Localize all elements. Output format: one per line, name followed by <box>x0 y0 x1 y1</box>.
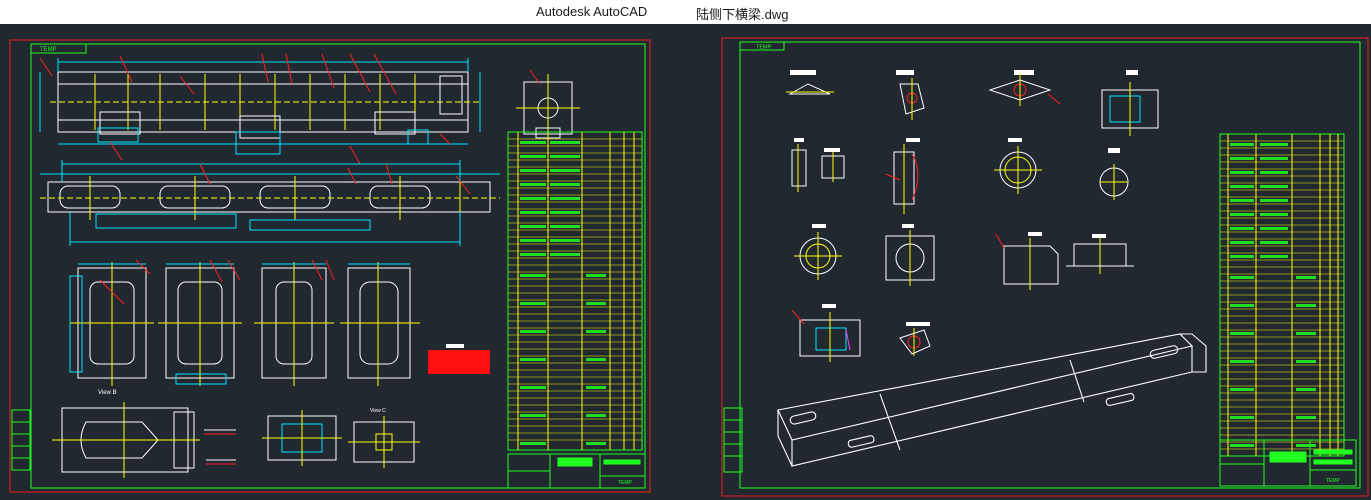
detail-5 <box>791 138 845 192</box>
beam-plan-middle <box>40 160 500 246</box>
title-block-1-tag: TEMP <box>618 480 633 486</box>
section-view-4 <box>340 262 420 386</box>
view-b-label: View B <box>98 390 117 396</box>
sheet-2-side-strip <box>723 407 743 473</box>
beam-elevation-top <box>39 53 481 165</box>
bill-of-materials-table-1 <box>507 131 643 451</box>
view-c-label: View C <box>370 408 386 414</box>
sheet-1-inner-frame <box>30 43 646 489</box>
isometric-beam <box>777 333 1207 467</box>
sheet-2: TEMP TEMP <box>721 37 1369 497</box>
section-view-1 <box>69 259 154 386</box>
drawing-canvas[interactable]: TEMP View B View C TEMP TEMP TEMP <box>0 24 1371 500</box>
sheet-1: TEMP View B View C TEMP <box>9 39 651 493</box>
detail-10 <box>885 224 935 286</box>
sheet-1-tag: TEMP <box>40 47 57 53</box>
detail-8 <box>1099 148 1129 200</box>
detail-1 <box>786 70 834 95</box>
detail-3 <box>988 70 1061 106</box>
revision-label-block <box>446 344 464 348</box>
detail-14 <box>899 322 931 356</box>
detail-9 <box>794 224 842 280</box>
detail-11 <box>995 232 1059 290</box>
detail-2 <box>896 70 925 120</box>
bottom-plan-view: View B <box>52 390 200 478</box>
sheet-1-side-strip-lines <box>12 421 30 459</box>
sheet-2-side-strip-lines <box>724 419 742 457</box>
document-title: 陆侧下横梁.dwg <box>696 7 789 22</box>
app-title: Autodesk AutoCAD <box>536 4 648 19</box>
title-block-2-tag: TEMP <box>1326 478 1341 484</box>
detail-7 <box>994 138 1042 194</box>
bill-of-materials-table-2 <box>1219 133 1345 457</box>
sheet-2-tag: TEMP <box>756 45 772 51</box>
sheet-1-side-strip <box>11 409 31 471</box>
title-bar: Autodesk AutoCAD 陆侧下横梁.dwg <box>0 0 1371 24</box>
detail-4 <box>1101 70 1159 136</box>
revision-cloud-block <box>428 350 490 374</box>
detail-12 <box>1066 234 1134 274</box>
section-view-2 <box>158 259 242 386</box>
detail-13 <box>791 304 861 362</box>
detail-6 <box>885 138 920 214</box>
detail-views-small: View C <box>204 408 420 468</box>
drawing-area[interactable]: TEMP View B View C TEMP TEMP TEMP <box>0 24 1371 500</box>
section-view-3 <box>254 259 335 386</box>
end-cross-section <box>516 69 580 142</box>
